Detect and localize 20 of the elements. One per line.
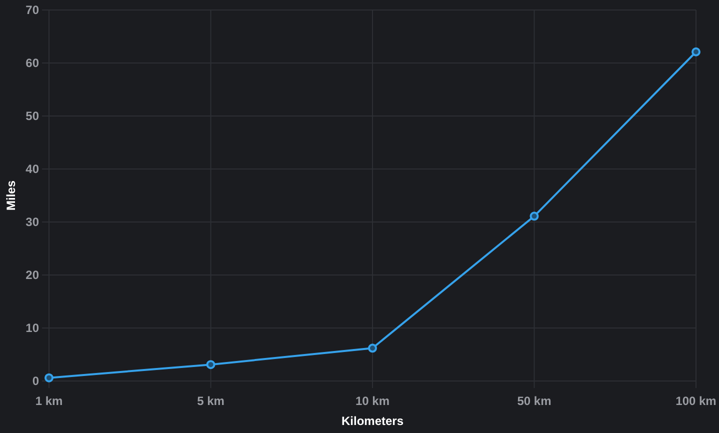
y-tick-label: 20 [26, 268, 39, 282]
y-axis-title: Miles [4, 180, 18, 210]
x-tick-label: 1 km [35, 394, 63, 408]
x-tick-label: 50 km [517, 394, 552, 408]
data-point [368, 344, 377, 353]
y-tick-label: 10 [26, 321, 39, 335]
x-axis-title: Kilometers [341, 414, 404, 428]
y-tick-label: 50 [26, 109, 39, 123]
y-tick-label: 70 [26, 3, 39, 17]
x-tick-label: 5 km [197, 394, 224, 408]
y-tick-label: 40 [26, 162, 39, 176]
x-tick-label: 10 km [355, 394, 390, 408]
x-tick-label: 100 km [676, 394, 716, 408]
y-tick-label: 30 [26, 215, 39, 229]
data-point [530, 212, 539, 221]
y-tick-label: 60 [26, 56, 39, 70]
data-point [206, 360, 216, 370]
y-tick-label: 0 [32, 374, 39, 388]
data-point [44, 373, 54, 382]
data-point [692, 47, 700, 56]
